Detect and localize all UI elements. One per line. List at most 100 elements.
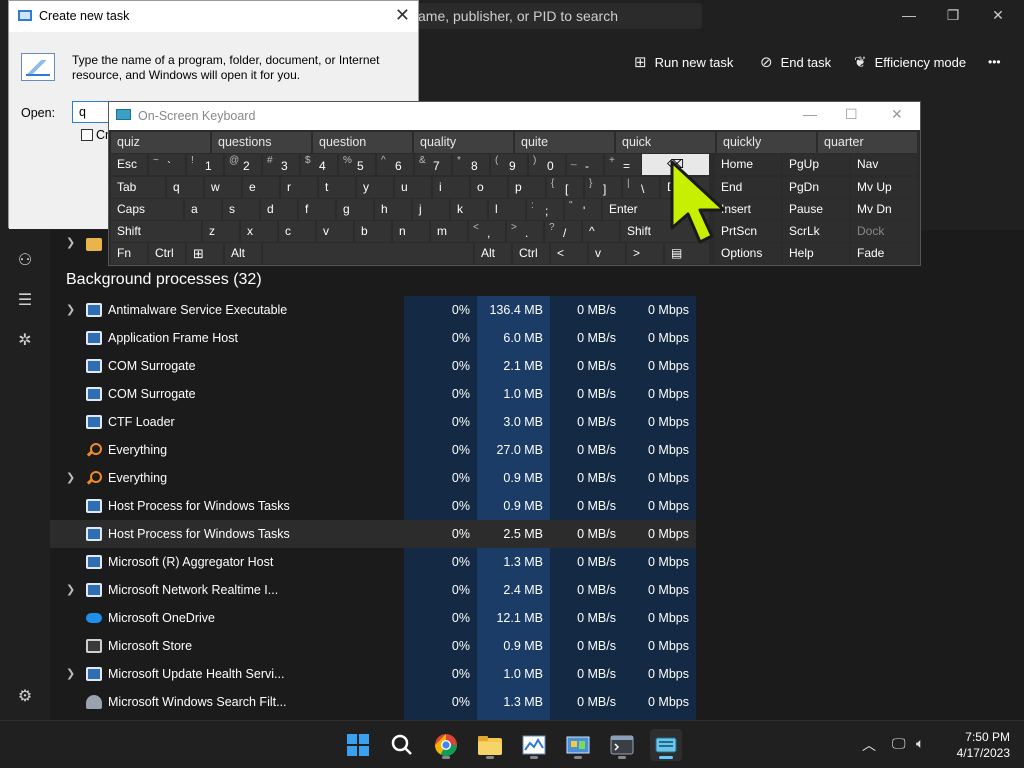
suggestion-3[interactable]: quality bbox=[414, 132, 513, 153]
table-row[interactable]: ❯ Antimalware Service Executable 0% 136.4 M… bbox=[50, 296, 696, 324]
punct-key-1[interactable]: " ' bbox=[565, 199, 601, 220]
windows-key[interactable]: ⊞ bbox=[187, 243, 223, 264]
details-icon[interactable]: ☰ bbox=[14, 290, 36, 312]
key-m[interactable]: m bbox=[431, 221, 467, 242]
table-row[interactable]: Application Frame Host 0% 6.0 MB 0 MB/s 0 Mb… bbox=[50, 324, 696, 352]
shift-key[interactable]: Shift bbox=[111, 221, 201, 242]
key-f[interactable]: f bbox=[299, 199, 335, 220]
tab-key[interactable]: Tab bbox=[111, 177, 165, 198]
ctrl-key[interactable]: Ctrl bbox=[149, 243, 185, 264]
punct-key-3[interactable]: >. bbox=[507, 221, 543, 242]
key-h[interactable]: h bbox=[375, 199, 411, 220]
key-12[interactable]: + = bbox=[605, 154, 641, 175]
table-row[interactable]: COM Surrogate 0% 1.0 MB 0 MB/s 0 Mbps bbox=[50, 380, 696, 408]
key-q[interactable]: q bbox=[167, 177, 203, 198]
suggestion-6[interactable]: quickly bbox=[717, 132, 816, 153]
punct-key-2[interactable]: <, bbox=[469, 221, 505, 242]
key-o[interactable]: o bbox=[471, 177, 507, 198]
minimize-button[interactable]: — bbox=[894, 4, 924, 26]
start-button[interactable] bbox=[342, 729, 374, 761]
volume-icon[interactable]: 🔈︎ bbox=[916, 735, 924, 752]
key-p[interactable]: p bbox=[509, 177, 545, 198]
key-y[interactable]: y bbox=[357, 177, 393, 198]
table-row[interactable]: Microsoft (R) Aggregator Host 0% 1.3 MB 0 M… bbox=[50, 548, 696, 576]
key-k[interactable]: k bbox=[451, 199, 487, 220]
search-button[interactable] bbox=[386, 729, 418, 761]
services-icon[interactable]: ✲ bbox=[14, 330, 36, 352]
key-n[interactable]: n bbox=[393, 221, 429, 242]
table-row[interactable]: Host Process for Windows Tasks 0% 2.5 MB 0 … bbox=[50, 520, 696, 548]
osk-close-button[interactable]: ✕ bbox=[891, 106, 903, 123]
esc-key[interactable]: Esc bbox=[111, 154, 147, 175]
table-row[interactable]: Everything 0% 27.0 MB 0 MB/s 0 Mbps bbox=[50, 436, 696, 464]
taskbar-chrome[interactable] bbox=[430, 729, 462, 761]
key-z[interactable]: z bbox=[203, 221, 239, 242]
key-11[interactable]: _ - bbox=[567, 154, 603, 175]
table-row[interactable]: Microsoft OneDrive 0% 12.1 MB 0 MB/s 0 Mbps bbox=[50, 604, 696, 632]
chevron-right-icon[interactable]: ❯ bbox=[66, 236, 75, 249]
close-button[interactable]: ✕ bbox=[983, 4, 1013, 26]
chevron-right-icon[interactable]: ❯ bbox=[66, 660, 75, 688]
dialog-close-button[interactable]: ✕ bbox=[395, 5, 410, 26]
right-arrow-key[interactable]: > bbox=[627, 243, 663, 264]
apps-group-row[interactable]: ❯ bbox=[66, 236, 102, 256]
alt-key[interactable]: Alt bbox=[225, 243, 261, 264]
clock[interactable]: 7:50 PM 4/17/2023 bbox=[946, 729, 1010, 761]
key-l[interactable]: l bbox=[489, 199, 525, 220]
taskbar-task-manager[interactable] bbox=[518, 729, 550, 761]
table-row[interactable]: Host Process for Windows Tasks 0% 0.9 MB 0 … bbox=[50, 492, 696, 520]
right-alt-key[interactable]: Alt bbox=[475, 243, 511, 264]
key-6[interactable]: ^ 6 bbox=[377, 154, 413, 175]
key-u[interactable]: u bbox=[395, 177, 431, 198]
key-5[interactable]: % 5 bbox=[339, 154, 375, 175]
taskbar-control-panel[interactable] bbox=[562, 729, 594, 761]
network-icon[interactable]: 🖵 bbox=[892, 735, 906, 752]
key-3[interactable]: #3 bbox=[263, 154, 299, 175]
more-options-button[interactable]: ••• bbox=[988, 50, 1001, 74]
nav-key-pgdn[interactable]: PgDn bbox=[783, 177, 849, 198]
taskbar-terminal[interactable] bbox=[606, 729, 638, 761]
key-8[interactable]: * 8 bbox=[453, 154, 489, 175]
table-row[interactable]: CTF Loader 0% 3.0 MB 0 MB/s 0 Mbps bbox=[50, 408, 696, 436]
key-b[interactable]: b bbox=[355, 221, 391, 242]
key-c[interactable]: c bbox=[279, 221, 315, 242]
chevron-right-icon[interactable]: ❯ bbox=[66, 576, 75, 604]
run-new-task-button[interactable]: ⊞ Run new task bbox=[634, 50, 733, 74]
nav-key-scrlk[interactable]: ScrLk bbox=[783, 221, 849, 242]
chevron-up-icon[interactable]: ︿ bbox=[862, 735, 876, 755]
key-2[interactable]: @2 bbox=[225, 154, 261, 175]
key-9[interactable]: (9 bbox=[491, 154, 527, 175]
suggestion-7[interactable]: quarter bbox=[818, 132, 917, 153]
right-ctrl-key[interactable]: Ctrl bbox=[513, 243, 549, 264]
key-j[interactable]: j bbox=[413, 199, 449, 220]
key-1[interactable]: ! 1 bbox=[187, 154, 223, 175]
key-v[interactable]: v bbox=[317, 221, 353, 242]
end-task-button[interactable]: ⊘ End task bbox=[760, 50, 831, 74]
nav-key-nav[interactable]: Nav bbox=[851, 154, 917, 175]
fn-key[interactable]: Fn bbox=[111, 243, 147, 264]
suggestion-0[interactable]: quiz bbox=[111, 132, 210, 153]
key-x[interactable]: x bbox=[241, 221, 277, 242]
bracket-key-2[interactable]: | \ bbox=[623, 177, 659, 198]
bracket-key-1[interactable]: }] bbox=[585, 177, 621, 198]
suggestion-1[interactable]: questions bbox=[212, 132, 311, 153]
left-arrow-key[interactable]: < bbox=[551, 243, 587, 264]
key-0[interactable]: ~ ` bbox=[149, 154, 185, 175]
key-4[interactable]: $4 bbox=[301, 154, 337, 175]
key-d[interactable]: d bbox=[261, 199, 297, 220]
key-r[interactable]: r bbox=[281, 177, 317, 198]
table-row[interactable]: ❯ Microsoft Update Health Servi... 0% 1.0 M… bbox=[50, 660, 696, 688]
chevron-right-icon[interactable]: ❯ bbox=[66, 296, 75, 324]
key-i[interactable]: i bbox=[433, 177, 469, 198]
users-icon[interactable]: ⚇ bbox=[14, 250, 36, 272]
table-row[interactable]: ❯ Everything 0% 0.9 MB 0 MB/s 0 Mbps bbox=[50, 464, 696, 492]
admin-privileges-checkbox[interactable] bbox=[81, 129, 93, 141]
down-arrow-key[interactable]: v bbox=[589, 243, 625, 264]
bracket-key-0[interactable]: {[ bbox=[547, 177, 583, 198]
nav-key-pgup[interactable]: PgUp bbox=[783, 154, 849, 175]
key-10[interactable]: ) 0 bbox=[529, 154, 565, 175]
maximize-button[interactable]: ❐ bbox=[938, 4, 968, 26]
key-s[interactable]: s bbox=[223, 199, 259, 220]
taskbar-on-screen-keyboard[interactable] bbox=[650, 729, 682, 761]
suggestion-4[interactable]: quite bbox=[515, 132, 614, 153]
